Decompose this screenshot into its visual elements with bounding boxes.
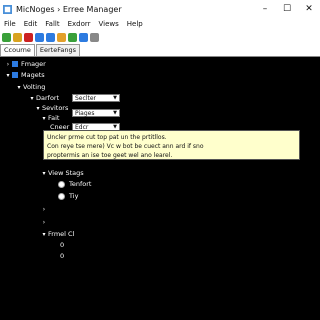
tooltip: Uncler prme cut top pat un the prtitllos… (43, 130, 300, 160)
chevron-right-icon[interactable]: › (40, 206, 48, 213)
chevron-down-icon[interactable]: ▾ (4, 72, 12, 79)
stop-icon[interactable] (24, 32, 33, 42)
value-zero-1: 0 (60, 241, 65, 249)
monitor-icon[interactable] (35, 32, 44, 42)
chevron-down-icon[interactable]: ▾ (15, 84, 23, 91)
tree-item-collapsed-1[interactable]: › (40, 204, 48, 214)
tree-item-collapsed-2[interactable]: › (40, 217, 48, 227)
folder-icon (12, 61, 18, 67)
tab-ccourne[interactable]: Ccourne (0, 44, 35, 56)
chevron-right-icon[interactable]: › (40, 219, 48, 226)
chevron-down-icon[interactable]: ▾ (40, 231, 48, 238)
sevitors-select[interactable]: Piages ▼ (72, 109, 120, 117)
folder-icon[interactable] (57, 32, 66, 42)
window-controls: – ☐ ✕ (254, 0, 320, 18)
refresh-icon[interactable] (13, 32, 22, 42)
radio-button[interactable] (58, 180, 65, 188)
tools-icon[interactable] (68, 32, 77, 42)
chevron-down-icon: ▼ (113, 110, 117, 116)
settings-icon[interactable] (90, 32, 99, 42)
check-icon[interactable] (2, 32, 11, 42)
menu-help[interactable]: Help (123, 20, 147, 28)
value-zero-2: 0 (60, 252, 65, 260)
tab-bar: Ccourne EerteFangs (0, 44, 320, 57)
close-button[interactable]: ✕ (298, 0, 320, 18)
tab-eertefangs[interactable]: EerteFangs (35, 44, 80, 56)
tree-view: › Fmager ▾ Magets ▾ Volting ▾ Darfort Se… (0, 57, 320, 320)
tree-item-darfort[interactable]: ▾ Darfort (28, 93, 59, 103)
menu-file[interactable]: File (0, 20, 20, 28)
tree-item-fmager[interactable]: › Fmager (4, 59, 46, 69)
chevron-down-icon[interactable]: ▾ (34, 105, 42, 112)
toolbar (0, 30, 320, 44)
tree-item-volting[interactable]: ▾ Volting (15, 82, 45, 92)
chevron-down-icon[interactable]: ▾ (40, 170, 48, 177)
screen-icon[interactable] (46, 32, 55, 42)
grid-icon[interactable] (79, 32, 88, 42)
menu-exdorr[interactable]: Exdorr (64, 20, 95, 28)
darfort-select[interactable]: Seclter ▼ (72, 94, 120, 102)
chevron-down-icon[interactable]: ▾ (40, 115, 48, 122)
tree-item-sevitors[interactable]: ▾ Sevitors (34, 103, 68, 113)
minimize-button[interactable]: – (254, 0, 276, 18)
maximize-button[interactable]: ☐ (276, 0, 298, 18)
radio-tiy[interactable]: Tiy (58, 191, 78, 201)
app-icon (3, 4, 12, 14)
chevron-down-icon[interactable]: ▾ (28, 95, 36, 102)
menu-fallt[interactable]: Fallt (41, 20, 63, 28)
menu-edit[interactable]: Edit (20, 20, 42, 28)
chevron-right-icon[interactable]: › (4, 61, 12, 68)
radio-button[interactable] (58, 192, 65, 200)
folder-icon (12, 72, 18, 78)
tree-item-magets[interactable]: ▾ Magets (4, 70, 44, 80)
title-bar: MicNoges › Erree Manager – ☐ ✕ (0, 0, 320, 18)
window-title: MicNoges › Erree Manager (16, 4, 122, 14)
chevron-down-icon: ▼ (113, 95, 117, 101)
tree-item-frmel[interactable]: ▾ Frmel Cl (40, 229, 74, 239)
tree-item-view-stags[interactable]: ▾ View Stags (40, 168, 83, 178)
menu-bar: File Edit Fallt Exdorr Views Help (0, 18, 320, 30)
menu-views[interactable]: Views (95, 20, 123, 28)
radio-tenfort[interactable]: Tenfort (58, 179, 91, 189)
